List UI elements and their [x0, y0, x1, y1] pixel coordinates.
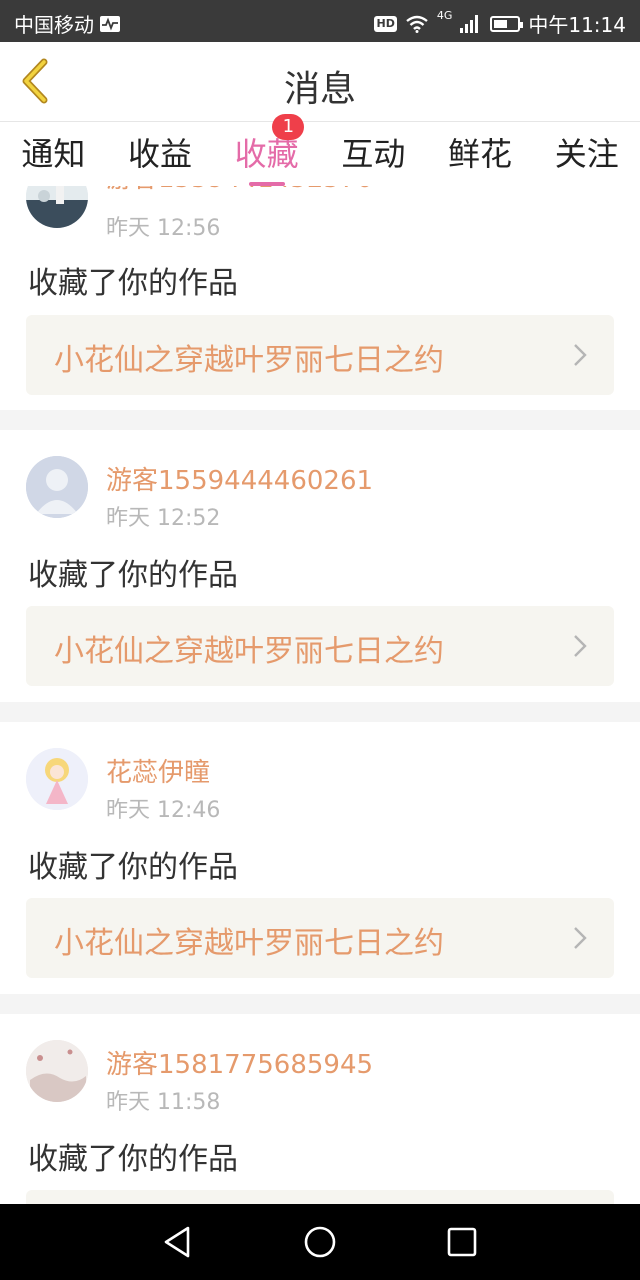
unread-badge: 1 [272, 114, 305, 140]
tab-label: 互动 [341, 135, 406, 173]
tab-label: 收藏 [234, 135, 299, 173]
action-text: 收藏了你的作品 [28, 850, 238, 885]
tab-label: 鲜花 [448, 135, 513, 173]
user-name[interactable]: 游客1559441452570 [106, 186, 373, 195]
timestamp: 昨天 12:52 [106, 506, 221, 531]
chevron-right-icon [574, 344, 587, 366]
work-link[interactable]: 小花仙之穿越叶罗丽七日之约 [26, 606, 614, 686]
wifi-icon [406, 15, 428, 33]
list-item: 游客1581775685945 昨天 11:58 收藏了你的作品 [0, 1014, 640, 1204]
avatar-image [26, 748, 88, 810]
work-link[interactable]: 小花仙之穿越叶罗丽七日之约 [26, 315, 614, 395]
chevron-right-icon [574, 635, 587, 657]
avatar[interactable] [26, 186, 88, 228]
status-icons: HD 4G 中午11:14 [374, 9, 626, 38]
tab-favorites[interactable]: 收藏 1 [213, 114, 320, 186]
favorites-feed[interactable]: 游客1559441452570 昨天 12:56 收藏了你的作品 小花仙之穿越叶… [0, 186, 640, 1204]
tab-notice[interactable]: 通知 [0, 122, 107, 186]
page-title: 消息 [283, 69, 356, 110]
avatar[interactable] [26, 1040, 88, 1102]
avatar-image [26, 186, 88, 228]
action-text: 收藏了你的作品 [28, 1142, 238, 1177]
tab-label: 关注 [554, 135, 619, 173]
action-text: 收藏了你的作品 [28, 558, 238, 593]
avatar[interactable] [26, 748, 88, 810]
tab-interaction[interactable]: 互动 [320, 122, 427, 186]
status-bar: 中国移动 HD 4G 中午11:14 [0, 0, 640, 42]
app-header: 消息 [0, 42, 640, 122]
hd-icon: HD [374, 15, 397, 32]
home-circle-icon[interactable] [302, 1224, 338, 1260]
recents-square-icon[interactable] [444, 1224, 480, 1260]
list-item: 花蕊伊瞳 昨天 12:46 收藏了你的作品 小花仙之穿越叶罗丽七日之约 [0, 722, 640, 994]
work-link[interactable]: 小花仙之穿越叶罗丽七日之约 [26, 898, 614, 978]
timestamp: 昨天 11:58 [106, 1090, 221, 1115]
battery-icon [490, 15, 524, 32]
tab-bar: 通知 收益 收藏 1 互动 鲜花 关注 [0, 114, 640, 186]
work-title: 小花仙之穿越叶罗丽七日之约 [54, 634, 444, 669]
tab-label: 通知 [21, 135, 86, 173]
user-name[interactable]: 游客1581775685945 [106, 1044, 373, 1081]
user-name[interactable]: 花蕊伊瞳 [106, 752, 210, 789]
avatar-image [26, 1040, 88, 1102]
work-link[interactable] [26, 1190, 614, 1204]
chevron-right-icon [574, 927, 587, 949]
network-type: 4G [436, 9, 453, 22]
list-item: 游客1559441452570 昨天 12:56 收藏了你的作品 小花仙之穿越叶… [0, 186, 640, 410]
tab-label: 收益 [128, 135, 193, 173]
clock: 中午11:14 [528, 13, 626, 37]
back-triangle-icon[interactable] [160, 1224, 196, 1260]
carrier-group: 中国移动 [14, 9, 120, 38]
list-item: 游客1559444460261 昨天 12:52 收藏了你的作品 小花仙之穿越叶… [0, 430, 640, 702]
timestamp: 昨天 12:46 [106, 798, 221, 823]
timestamp: 昨天 12:56 [106, 216, 221, 241]
signal-icon [460, 14, 482, 33]
default-avatar-icon [26, 456, 88, 518]
carrier-name: 中国移动 [14, 13, 94, 37]
tab-earnings[interactable]: 收益 [107, 122, 214, 186]
activity-icon [100, 15, 120, 32]
work-title: 小花仙之穿越叶罗丽七日之约 [54, 343, 444, 378]
action-text: 收藏了你的作品 [28, 266, 238, 301]
work-title: 小花仙之穿越叶罗丽七日之约 [54, 926, 444, 961]
avatar[interactable] [26, 456, 88, 518]
system-nav-bar [0, 1204, 640, 1280]
tab-follow[interactable]: 关注 [533, 122, 640, 186]
tab-flowers[interactable]: 鲜花 [427, 122, 534, 186]
user-name[interactable]: 游客1559444460261 [106, 460, 373, 497]
